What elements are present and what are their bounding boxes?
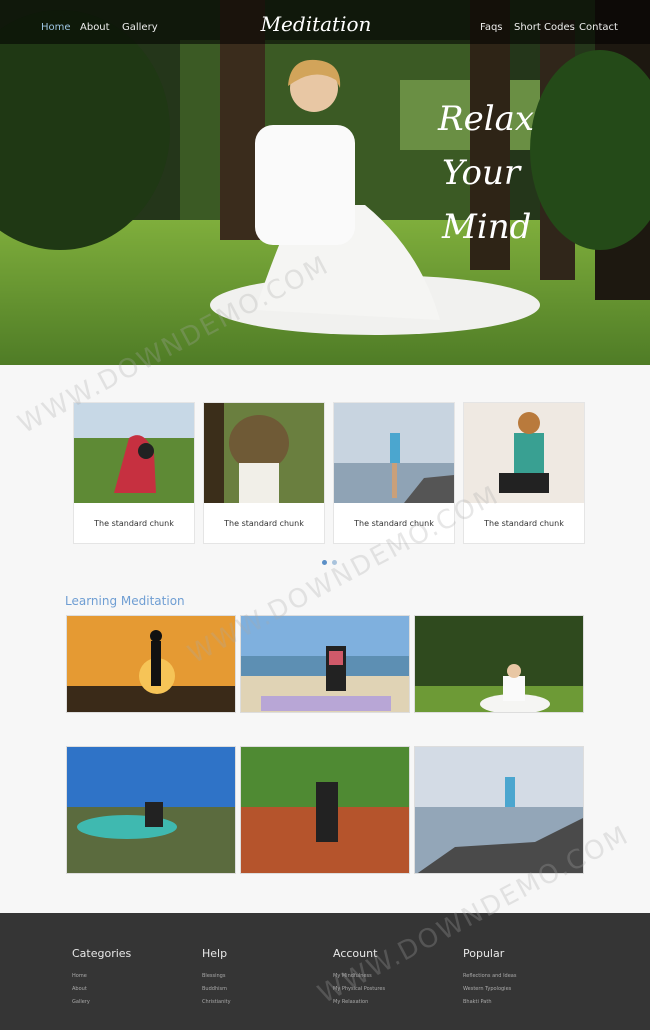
- carousel-card[interactable]: The standard chunk: [203, 402, 325, 544]
- footer-link[interactable]: Bhakti Path: [463, 996, 583, 1009]
- footer-heading: Categories: [72, 947, 132, 960]
- gallery-image-rocks[interactable]: [414, 746, 584, 874]
- tagline-line-3: Mind: [442, 207, 532, 247]
- footer-link[interactable]: Blessings: [202, 970, 322, 983]
- footer-link[interactable]: Buddhism: [202, 983, 322, 996]
- footer-link[interactable]: Gallery: [72, 996, 192, 1009]
- carousel-caption: The standard chunk: [354, 519, 434, 528]
- carousel-caption: The standard chunk: [94, 519, 174, 528]
- carousel-card[interactable]: The standard chunk: [463, 402, 585, 544]
- carousel-caption: The standard chunk: [484, 519, 564, 528]
- footer-col-categories: Categories Home About Gallery: [72, 947, 192, 1009]
- footer-heading: Help: [202, 947, 228, 960]
- nav-shortcodes-link[interactable]: Short Codes: [514, 22, 575, 33]
- gallery-image-sunset[interactable]: [66, 615, 236, 713]
- carousel-image: [74, 403, 194, 503]
- footer-link[interactable]: Christianity: [202, 996, 322, 1009]
- footer-link[interactable]: Reflections and Ideas: [463, 970, 583, 983]
- carousel-dot-active[interactable]: [322, 560, 327, 565]
- carousel-image: [334, 403, 454, 503]
- footer-col-account: Account My Mindfulness My Physical Postu…: [333, 947, 453, 1009]
- footer-col-popular: Popular Reflections and Ideas Western Ty…: [463, 947, 583, 1009]
- footer-link[interactable]: Home: [72, 970, 192, 983]
- tagline-line-2: Your: [442, 153, 521, 193]
- carousel-card[interactable]: The standard chunk: [333, 402, 455, 544]
- site-footer: Categories Home About Gallery Help Bless…: [0, 913, 650, 1030]
- tagline-line-1: Relax: [438, 99, 535, 139]
- gallery-image-garden[interactable]: [414, 615, 584, 713]
- featured-carousel: The standard chunk The standard chunk Th…: [73, 402, 587, 544]
- footer-link[interactable]: My Physical Postures: [333, 983, 453, 996]
- nav-faqs-link[interactable]: Faqs: [480, 22, 503, 33]
- carousel-caption: The standard chunk: [224, 519, 304, 528]
- footer-link[interactable]: About: [72, 983, 192, 996]
- top-nav: Home About Gallery Meditation Faqs Short…: [0, 0, 650, 44]
- gallery-image-river[interactable]: [240, 746, 410, 874]
- footer-col-help: Help Blessings Buddhism Christianity: [202, 947, 322, 1009]
- carousel-image: [464, 403, 584, 503]
- gallery-image-beach[interactable]: [240, 615, 410, 713]
- learning-title: Learning Meditation: [65, 594, 185, 608]
- carousel-image: [204, 403, 324, 503]
- footer-link[interactable]: My Relaxation: [333, 996, 453, 1009]
- footer-link[interactable]: Western Typologies: [463, 983, 583, 996]
- carousel-card[interactable]: The standard chunk: [73, 402, 195, 544]
- nav-contact-link[interactable]: Contact: [579, 22, 618, 33]
- carousel-dot[interactable]: [332, 560, 337, 565]
- gallery-image-crater[interactable]: [66, 746, 236, 874]
- footer-heading: Popular: [463, 947, 505, 960]
- hero-banner: Home About Gallery Meditation Faqs Short…: [0, 0, 650, 365]
- footer-link[interactable]: My Mindfulness: [333, 970, 453, 983]
- hero-tagline: Relax Your Mind: [438, 92, 588, 254]
- footer-heading: Account: [333, 947, 378, 960]
